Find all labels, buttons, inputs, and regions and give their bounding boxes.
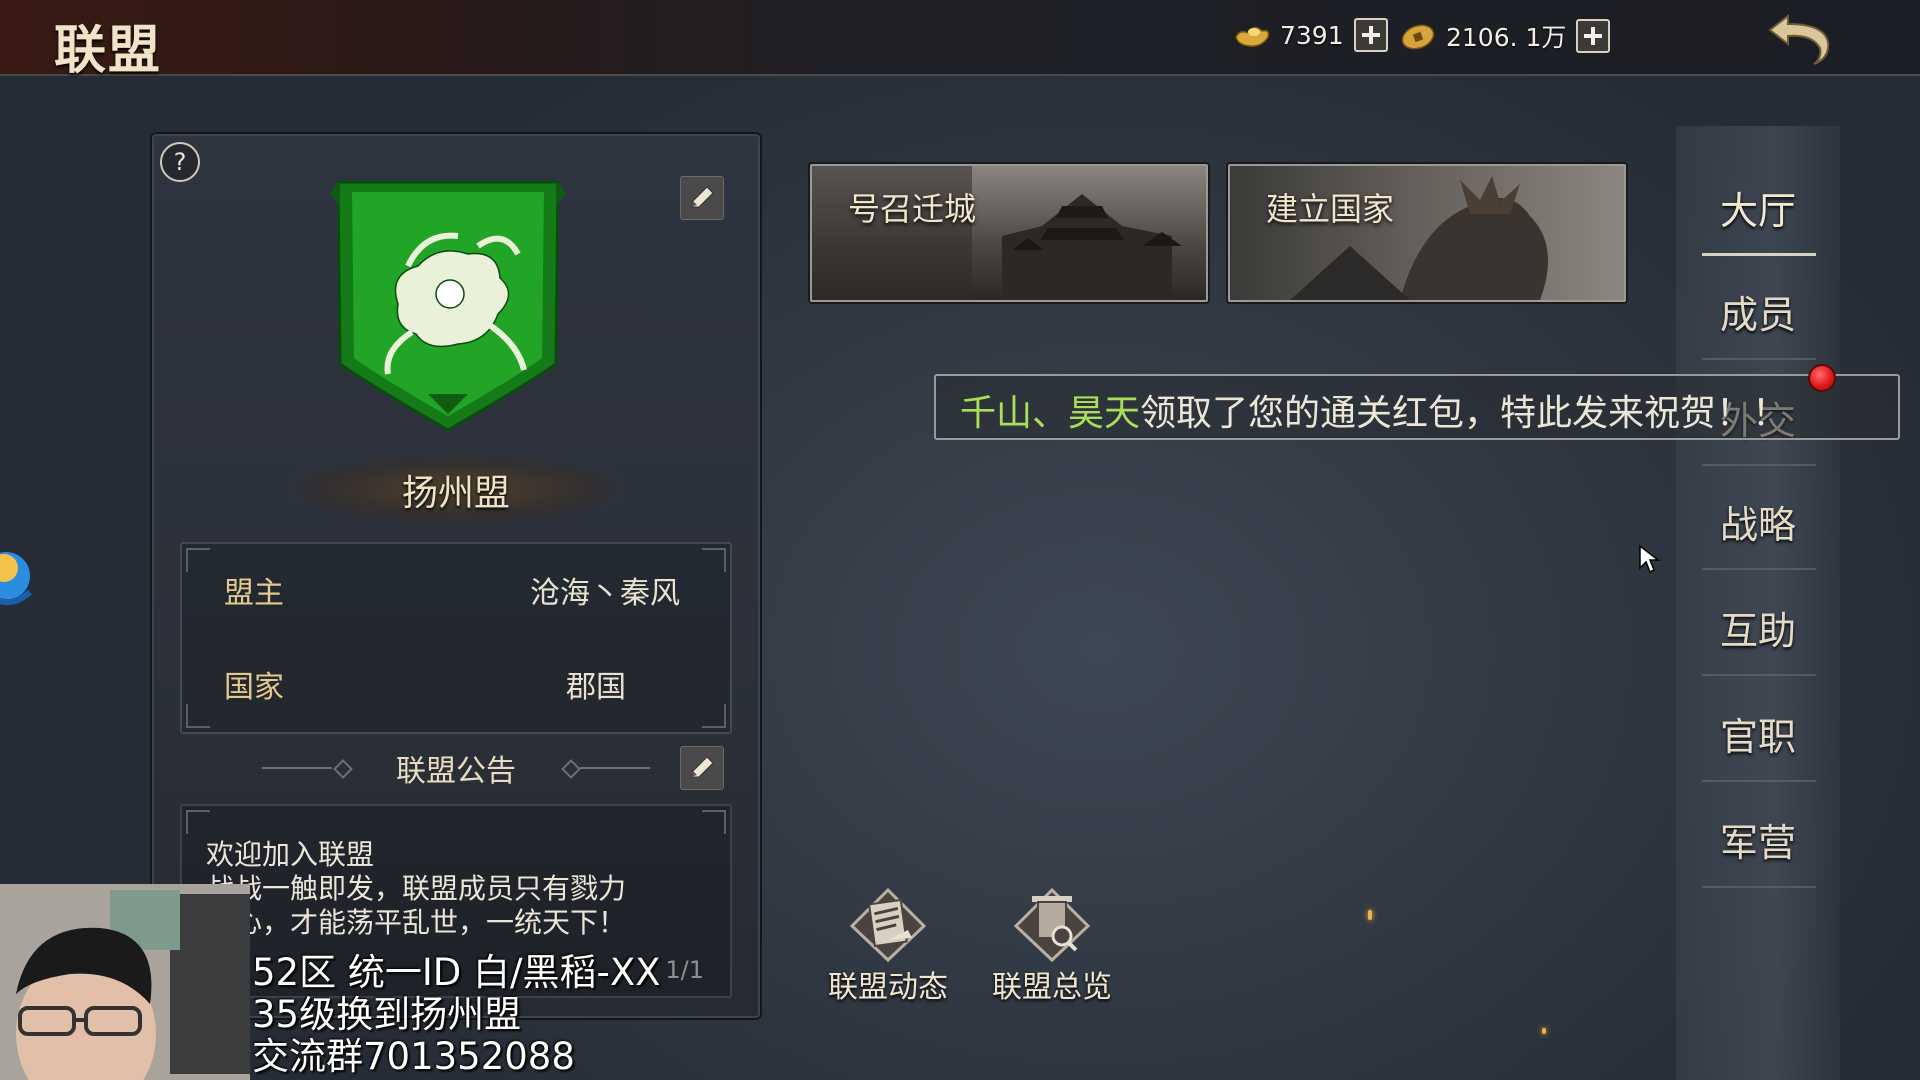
coin-resource: 2106. 1万 <box>1398 18 1611 54</box>
ingot-resource: 7391 <box>1232 18 1388 52</box>
stream-overlay-text: 52区 统一ID 白/黑稻-XX 35级换到扬州盟 交流群701352088 <box>252 951 661 1078</box>
notice-page-indicator: 1/1 <box>665 956 704 984</box>
leader-value: 沧海丶秦风 <box>530 576 680 611</box>
webcam-feed <box>0 884 250 1080</box>
tab-barracks[interactable]: 军营 <box>1676 784 1840 888</box>
alliance-news-label: 联盟动态 <box>828 970 948 1005</box>
country-label: 国家 <box>224 670 284 705</box>
notification-message: 领取了您的通关红包，特此发来祝贺！！ <box>1140 393 1789 434</box>
coin-amount: 2106. 1万 <box>1446 23 1567 52</box>
streamer-avatar <box>0 884 250 1080</box>
alliance-overview-button[interactable]: 联盟总览 <box>982 884 1122 1005</box>
ingot-amount: 7391 <box>1280 20 1344 50</box>
pencil-icon <box>690 186 714 208</box>
alliance-emblem <box>330 180 566 432</box>
notice-text: 欢迎加入联盟 战战一触即发，联盟成员只有戮力 同心，才能荡平乱世，一统天下！ <box>206 838 627 939</box>
tab-hall[interactable]: 大厅 <box>1676 152 1840 256</box>
divider-right <box>580 767 650 769</box>
ember-spark <box>1368 910 1372 920</box>
leader-label: 盟主 <box>224 576 284 611</box>
tab-mutual-aid-label: 互助 <box>1719 609 1796 653</box>
page-title: 联盟 <box>54 21 163 81</box>
pencil-icon <box>690 756 714 778</box>
right-nav: 大厅 成员 外交 战略 互助 官职 军营 <box>1676 126 1840 1080</box>
help-button[interactable]: ? <box>160 142 200 182</box>
alliance-overview-label: 联盟总览 <box>992 970 1112 1005</box>
edit-notice-button[interactable] <box>680 746 724 790</box>
player-name-2: 昊天 <box>1068 393 1141 434</box>
add-ingot-button[interactable] <box>1353 18 1388 52</box>
banner-search-icon <box>1013 887 1091 963</box>
alliance-info-box: 盟主 沧海丶秦风 国家 郡国 <box>180 542 732 734</box>
country-value: 郡国 <box>566 670 626 705</box>
ember-spark <box>1542 1028 1546 1034</box>
notice-heading: 联盟公告 <box>396 754 516 789</box>
player-name-1: 千山 <box>960 393 1033 434</box>
tab-strategy-label: 战略 <box>1719 503 1796 547</box>
tab-hall-label: 大厅 <box>1719 189 1796 233</box>
alliance-news-button[interactable]: 联盟动态 <box>818 884 958 1005</box>
summon-relocate-tile[interactable]: 号召迁城 <box>810 164 1208 302</box>
gold-ingot-icon <box>1235 26 1270 47</box>
edit-emblem-button[interactable] <box>680 176 724 220</box>
red-packet-notification: 千山、昊天领取了您的通关红包，特此发来祝贺！！ <box>934 374 1900 440</box>
tab-barracks-label: 军营 <box>1719 821 1796 865</box>
tab-officials[interactable]: 官职 <box>1676 678 1840 782</box>
summon-relocate-label: 号召迁城 <box>848 190 977 228</box>
found-nation-label: 建立国家 <box>1266 190 1395 228</box>
name-separator: 、 <box>1032 393 1069 434</box>
scroll-document-icon <box>849 887 927 963</box>
country-row: 国家 郡国 <box>182 662 730 705</box>
tab-strategy[interactable]: 战略 <box>1676 466 1840 570</box>
notification-text: 千山、昊天领取了您的通关红包，特此发来祝贺！！ <box>960 384 1788 436</box>
notification-dot <box>1808 364 1836 392</box>
tab-members[interactable]: 成员 <box>1676 256 1840 360</box>
leader-row: 盟主 沧海丶秦风 <box>182 568 730 611</box>
tab-members-label: 成员 <box>1719 293 1796 337</box>
copper-coin-icon <box>1401 24 1435 50</box>
top-bar: 联盟 7391 2106. 1万 <box>0 0 1920 81</box>
add-coin-button[interactable] <box>1576 19 1611 53</box>
found-nation-tile[interactable]: 建立国家 <box>1228 164 1626 302</box>
tab-officials-label: 官职 <box>1719 715 1796 759</box>
alliance-name: 扬州盟 <box>401 473 510 514</box>
floating-assistant-icon[interactable] <box>0 540 34 620</box>
tab-mutual-aid[interactable]: 互助 <box>1676 572 1840 676</box>
back-arrow-icon[interactable] <box>1762 6 1834 70</box>
mouse-cursor-icon <box>1639 544 1660 574</box>
